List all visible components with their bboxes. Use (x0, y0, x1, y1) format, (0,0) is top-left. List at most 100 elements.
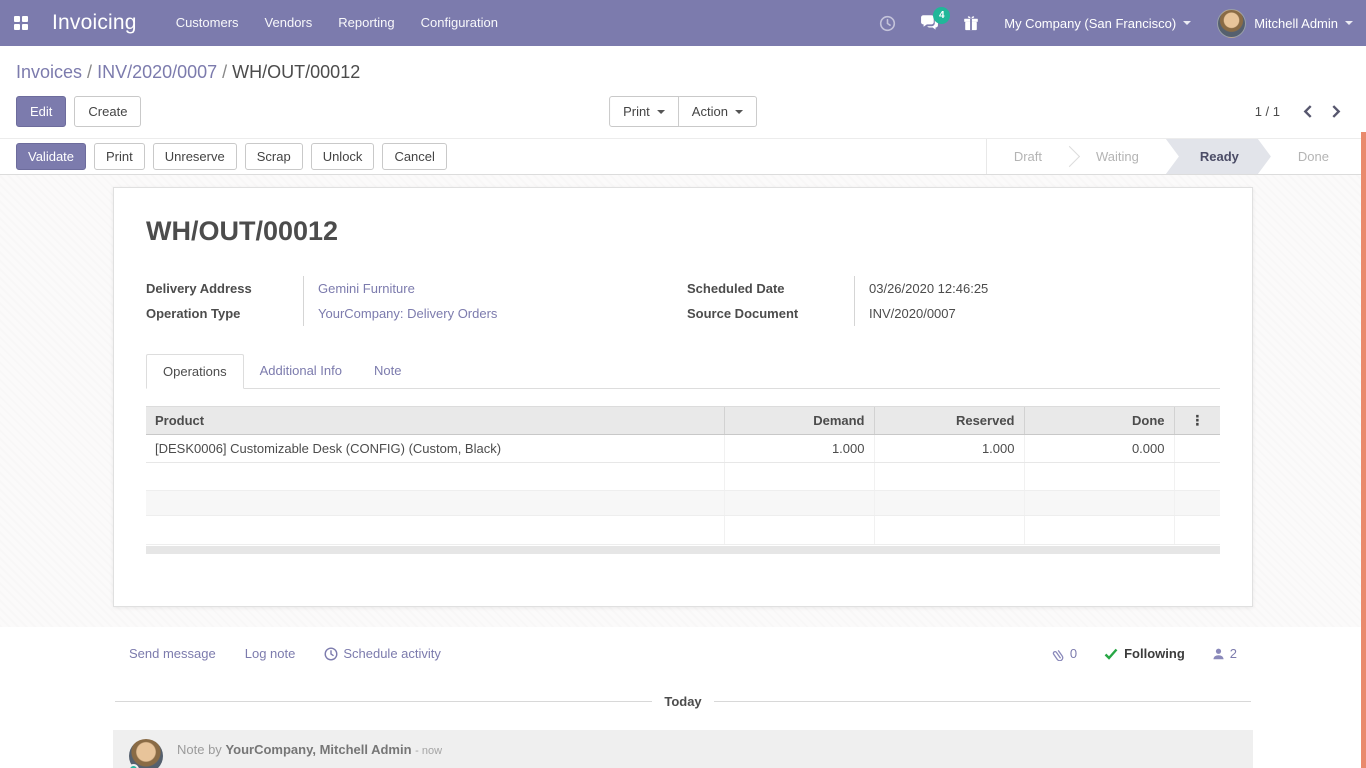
demand-cell[interactable]: 1.000 (724, 435, 874, 463)
person-icon (1212, 647, 1225, 661)
activities-button[interactable] (867, 0, 908, 46)
breadcrumb-current: WH/OUT/00012 (232, 62, 360, 82)
following-label: Following (1124, 646, 1185, 661)
stage-done[interactable]: Done (1271, 139, 1356, 174)
reserved-cell[interactable]: 1.000 (874, 435, 1024, 463)
control-panel: Invoices/INV/2020/0007/WH/OUT/00012 Edit… (0, 46, 1366, 138)
pager-prev-button[interactable] (1294, 101, 1322, 122)
optional-columns-toggle[interactable]: ⋮ (1174, 407, 1220, 435)
check-icon (1104, 648, 1118, 660)
field-groups: Delivery Address Gemini Furniture Operat… (146, 276, 1220, 326)
company-switcher[interactable]: My Company (San Francisco) (991, 0, 1204, 46)
navbar-systray: 4 My Company (San Francisco) Mitchell Ad… (867, 0, 1366, 46)
field-label-delivery-address: Delivery Address (146, 276, 304, 301)
app-brand[interactable]: Invoicing (42, 11, 163, 35)
follower-count: 2 (1230, 646, 1237, 661)
breadcrumb-separator: / (217, 62, 232, 82)
product-cell[interactable]: [DESK0006] Customizable Desk (CONFIG) (C… (146, 435, 724, 463)
column-header-demand[interactable]: Demand (724, 407, 874, 435)
breadcrumb-separator: / (82, 62, 97, 82)
chatter: Send message Log note Schedule activity … (0, 627, 1366, 768)
done-cell[interactable]: 0.000 (1024, 435, 1174, 463)
attachments-button[interactable]: 0 (1051, 646, 1077, 661)
breadcrumb-link-invoices[interactable]: Invoices (16, 62, 82, 82)
log-note-button[interactable]: Log note (245, 646, 296, 661)
tab-additional-info[interactable]: Additional Info (244, 354, 358, 389)
rewards-button[interactable] (951, 0, 991, 46)
nav-item-reporting[interactable]: Reporting (325, 0, 407, 46)
edit-button[interactable]: Edit (16, 96, 66, 127)
breadcrumb: Invoices/INV/2020/0007/WH/OUT/00012 (16, 57, 1350, 87)
field-value-delivery-address: Gemini Furniture (304, 276, 683, 301)
paperclip-icon (1051, 646, 1065, 661)
empty-row (146, 516, 1220, 545)
presence-dot (128, 764, 139, 768)
empty-row (146, 491, 1220, 516)
message-prefix: Note by (177, 742, 222, 757)
field-value-scheduled-date: 03/26/2020 12:46:25 (855, 276, 1220, 301)
stage-waiting[interactable]: Waiting (1069, 139, 1166, 174)
followers-button[interactable]: 2 (1212, 646, 1237, 661)
print-button[interactable]: Print (94, 143, 145, 170)
apps-grid-icon (14, 16, 28, 30)
table-header-row: Product Demand Reserved Done ⋮ (146, 407, 1220, 435)
delivery-address-link[interactable]: Gemini Furniture (318, 281, 415, 296)
messages-button[interactable]: 4 (908, 0, 951, 46)
following-button[interactable]: Following (1104, 646, 1185, 661)
scrap-button[interactable]: Scrap (245, 143, 303, 170)
message-author[interactable]: YourCompany, Mitchell Admin (225, 742, 411, 757)
column-header-product[interactable]: Product (146, 407, 724, 435)
pager: 1 / 1 (1255, 101, 1350, 122)
field-group-right: Scheduled Date 03/26/2020 12:46:25 Sourc… (683, 276, 1220, 326)
field-label-scheduled-date: Scheduled Date (687, 276, 855, 301)
unlock-button[interactable]: Unlock (311, 143, 375, 170)
empty-row (146, 463, 1220, 491)
caret-down-icon (1345, 21, 1353, 25)
table-row[interactable]: [DESK0006] Customizable Desk (CONFIG) (C… (146, 435, 1220, 463)
tab-operations[interactable]: Operations (146, 354, 244, 389)
create-button[interactable]: Create (74, 96, 141, 127)
column-header-done[interactable]: Done (1024, 407, 1174, 435)
date-divider: Today (115, 694, 1251, 709)
operations-table: Product Demand Reserved Done ⋮ [DESK0006… (146, 406, 1220, 545)
attachment-count: 0 (1070, 646, 1077, 661)
stage-ready[interactable]: Ready (1166, 139, 1271, 174)
document-title: WH/OUT/00012 (146, 214, 1220, 248)
message-time: - now (415, 745, 442, 757)
user-menu[interactable]: Mitchell Admin (1204, 0, 1366, 46)
pager-next-button[interactable] (1322, 101, 1350, 122)
pager-count: 1 / 1 (1255, 104, 1280, 119)
action-dropdown[interactable]: Action (679, 96, 757, 127)
caret-down-icon (657, 110, 665, 114)
nav-item-vendors[interactable]: Vendors (252, 0, 326, 46)
tab-note[interactable]: Note (358, 354, 417, 389)
send-message-button[interactable]: Send message (129, 646, 216, 661)
notebook-tabs: Operations Additional Info Note (146, 354, 1220, 389)
chatter-right-tools: 0 Following 2 (1024, 646, 1237, 661)
field-label-source-document: Source Document (687, 301, 855, 326)
apps-menu-button[interactable] (0, 0, 42, 46)
schedule-activity-button[interactable]: Schedule activity (324, 646, 441, 661)
today-label: Today (652, 694, 713, 709)
main-menu: Customers Vendors Reporting Configuratio… (163, 0, 511, 46)
column-header-reserved[interactable]: Reserved (874, 407, 1024, 435)
cancel-button[interactable]: Cancel (382, 143, 446, 170)
nav-item-customers[interactable]: Customers (163, 0, 252, 46)
kebab-icon: ⋮ (1190, 412, 1204, 428)
form-view: WH/OUT/00012 Delivery Address Gemini Fur… (0, 175, 1366, 627)
print-dropdown[interactable]: Print (609, 96, 679, 127)
field-value-source-document: INV/2020/0007 (855, 301, 1220, 326)
table-scrollbar[interactable] (146, 546, 1220, 554)
status-pipeline: Draft Waiting Ready Done (986, 139, 1356, 174)
nav-item-configuration[interactable]: Configuration (408, 0, 511, 46)
breadcrumb-link-invoice[interactable]: INV/2020/0007 (97, 62, 217, 82)
validate-button[interactable]: Validate (16, 143, 86, 170)
document-sheet: WH/OUT/00012 Delivery Address Gemini Fur… (113, 187, 1253, 607)
stage-draft[interactable]: Draft (987, 139, 1069, 174)
caret-down-icon (1183, 21, 1191, 25)
unreserve-button[interactable]: Unreserve (153, 143, 237, 170)
field-label-operation-type: Operation Type (146, 301, 304, 326)
operation-type-link[interactable]: YourCompany: Delivery Orders (318, 306, 497, 321)
message-header: Note by YourCompany, Mitchell Admin - no… (177, 739, 442, 757)
scrollbar-thumb[interactable] (1361, 132, 1366, 768)
